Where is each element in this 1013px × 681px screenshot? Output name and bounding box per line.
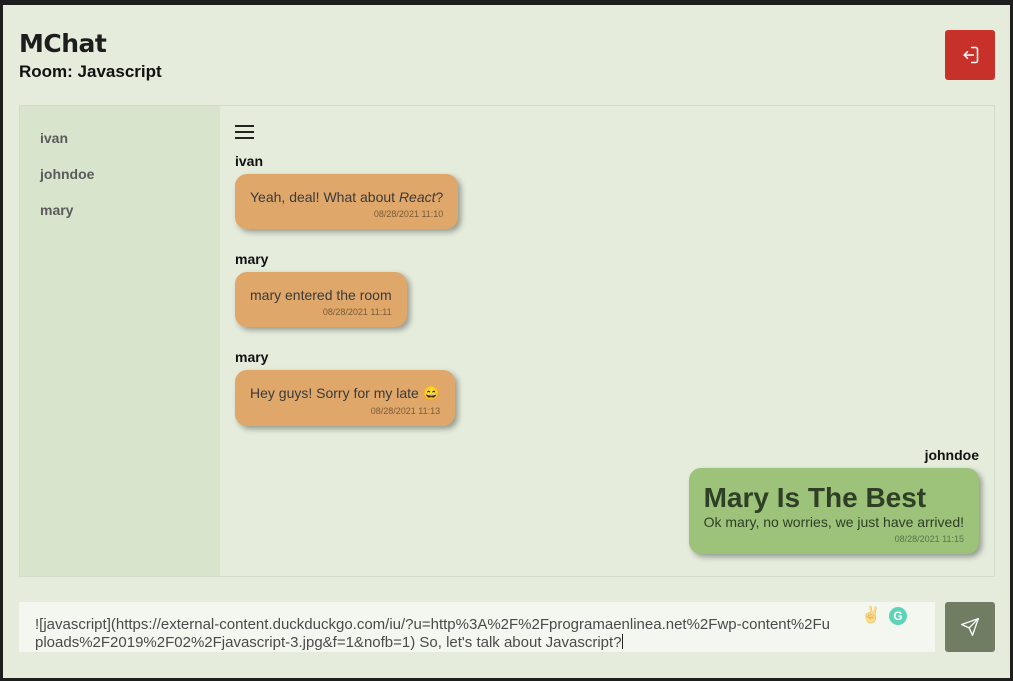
- message-sender: ivan: [235, 153, 264, 169]
- message-time: 08/28/2021 11:11: [322, 307, 392, 317]
- message-time: 08/28/2021 11:13: [370, 406, 441, 416]
- logout-button[interactable]: [945, 30, 995, 80]
- message-input[interactable]: ![javascript](https://external-content.d…: [19, 602, 935, 652]
- message-bubble: Yeah, deal! What about React? 08/28/2021…: [235, 174, 459, 229]
- sidebar-user-ivan[interactable]: ivan: [20, 120, 220, 156]
- message-sender: johndoe: [924, 447, 979, 463]
- message-item: mary Hey guys! Sorry for my late 😄 08/28…: [235, 349, 456, 426]
- users-sidebar: ivan johndoe mary: [20, 106, 220, 576]
- extension-icons: ✌ G: [861, 607, 907, 625]
- message-item-own: johndoe Mary Is The Best Ok mary, no wor…: [688, 447, 979, 554]
- peace-hand-icon[interactable]: ✌: [861, 607, 881, 625]
- message-list: ivan Yeah, deal! What about React? 08/28…: [220, 106, 994, 576]
- message-item: ivan Yeah, deal! What about React? 08/28…: [235, 153, 459, 229]
- message-bubble: Mary Is The Best Ok mary, no worries, we…: [688, 468, 979, 554]
- message-item: mary mary entered the room 08/28/2021 11…: [235, 251, 407, 327]
- message-bubble: Hey guys! Sorry for my late 😄 08/28/2021…: [235, 370, 456, 426]
- sidebar-user-mary[interactable]: mary: [20, 192, 220, 228]
- app-window: MChat Room: Javascript ivan johndoe mary…: [3, 5, 1010, 678]
- send-button[interactable]: [945, 602, 995, 652]
- message-input-value: ![javascript](https://external-content.d…: [35, 616, 830, 651]
- message-sender: mary: [235, 349, 269, 365]
- message-time: 08/28/2021 11:15: [894, 534, 964, 544]
- logout-icon: [963, 46, 979, 64]
- app-logo: MChat: [19, 29, 107, 58]
- chat-panel: ivan johndoe mary ivan Yeah, deal! What …: [19, 105, 995, 577]
- grammarly-icon[interactable]: G: [889, 607, 907, 625]
- message-text: mary entered the room: [250, 287, 392, 303]
- message-text: Yeah, deal! What about React?: [250, 189, 444, 205]
- text-caret: [621, 634, 623, 649]
- message-text: Ok mary, no worries, we just have arrive…: [703, 514, 964, 530]
- message-time: 08/28/2021 11:10: [373, 209, 444, 219]
- message-sender: mary: [235, 251, 269, 267]
- message-heading: Mary Is The Best: [703, 482, 927, 513]
- logo-text: MChat: [19, 29, 107, 58]
- send-icon: [961, 618, 979, 636]
- room-title: Room: Javascript: [19, 62, 162, 81]
- message-bubble: mary entered the room 08/28/2021 11:11: [235, 272, 407, 327]
- sidebar-user-johndoe[interactable]: johndoe: [20, 156, 220, 192]
- menu-icon[interactable]: [235, 124, 255, 140]
- message-text: Hey guys! Sorry for my late 😄: [250, 385, 441, 401]
